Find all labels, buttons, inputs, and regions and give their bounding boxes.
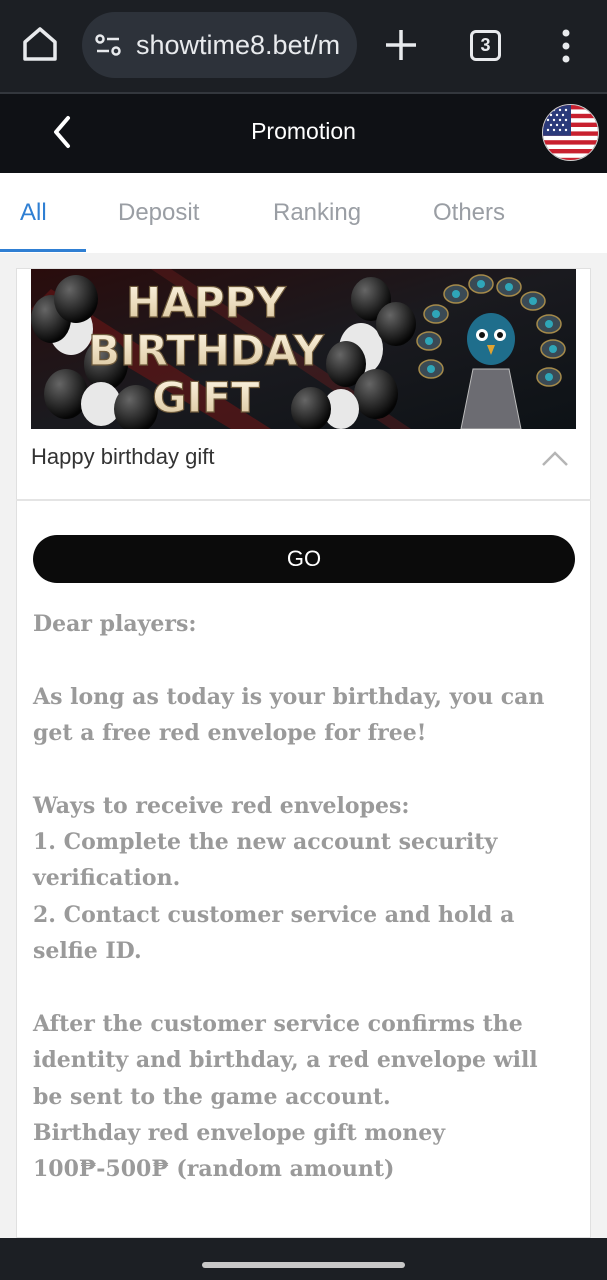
go-button[interactable]: GO	[33, 535, 575, 583]
page-title: Promotion	[251, 118, 356, 144]
banner-line-3: GIFT	[152, 373, 260, 422]
home-icon[interactable]	[20, 24, 60, 64]
banner-line-2: BIRTHDAY	[88, 326, 324, 375]
gesture-handle[interactable]	[202, 1262, 405, 1268]
active-tab-indicator	[0, 249, 86, 252]
description-line: 1. Complete the new account security	[33, 829, 498, 855]
url-text[interactable]: showtime8.bet/m	[136, 29, 346, 61]
description-line: 2. Contact customer service and hold a	[33, 902, 515, 928]
description-line: get a free red envelope for free!	[33, 720, 427, 746]
description-line: be sent to the game account.	[33, 1084, 391, 1110]
tab-switcher-button[interactable]: 3	[470, 30, 501, 61]
divider	[16, 499, 591, 501]
description-line: identity and birthday, a red envelope wi…	[33, 1047, 538, 1073]
site-settings-icon[interactable]	[94, 31, 122, 59]
description-line: verification.	[33, 865, 181, 891]
chevron-up-icon[interactable]	[540, 446, 570, 470]
banner-line-1: HAPPY	[126, 278, 286, 327]
description-greeting: Dear players:	[33, 611, 197, 637]
description-line: As long as today is your birthday, you c…	[33, 684, 545, 710]
tab-count: 3	[480, 35, 491, 55]
tab-deposit[interactable]: Deposit	[118, 199, 199, 227]
promo-banner-image[interactable]: HAPPY BIRTHDAY GIFT	[31, 269, 576, 429]
description-line: selfie ID.	[33, 938, 142, 964]
us-flag-language-icon[interactable]	[542, 104, 599, 161]
description-line: Birthday red envelope gift money	[33, 1120, 446, 1146]
new-tab-icon[interactable]	[382, 26, 420, 64]
system-navigation-bar	[0, 1238, 607, 1280]
tab-all[interactable]: All	[20, 199, 47, 227]
tab-ranking[interactable]: Ranking	[273, 199, 361, 227]
description-line: 100₱-500₱ (random amount)	[33, 1156, 395, 1182]
description-line: After the customer service confirms the	[33, 1011, 523, 1037]
app-header: Promotion	[0, 94, 607, 173]
tab-others[interactable]: Others	[433, 199, 505, 227]
category-tabs: All Deposit Ranking Others	[0, 173, 607, 253]
description-heading: Ways to receive red envelopes:	[33, 793, 410, 819]
address-bar[interactable]: showtime8.bet/m	[82, 12, 357, 78]
more-menu-icon[interactable]	[552, 26, 580, 66]
browser-toolbar: showtime8.bet/m 3	[0, 0, 607, 92]
promo-title: Happy birthday gift	[31, 444, 215, 469]
